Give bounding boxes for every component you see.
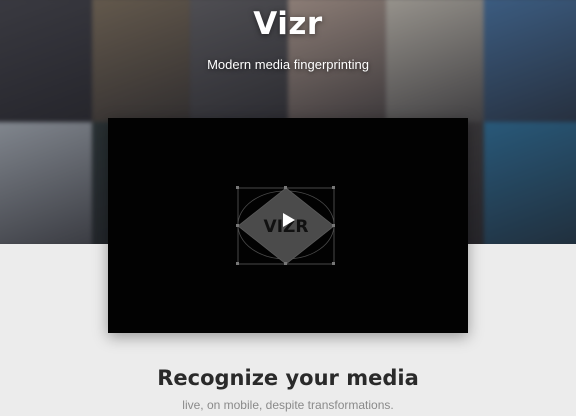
play-icon bbox=[283, 213, 295, 227]
logo[interactable]: Vizr bbox=[0, 6, 576, 42]
section-subline: live, on mobile, despite transformations… bbox=[182, 398, 394, 412]
section-headline: Recognize your media bbox=[157, 366, 419, 390]
play-button[interactable] bbox=[276, 208, 300, 232]
video-player[interactable]: VIZR bbox=[108, 118, 468, 333]
tagline: Modern media fingerprinting bbox=[207, 57, 369, 72]
